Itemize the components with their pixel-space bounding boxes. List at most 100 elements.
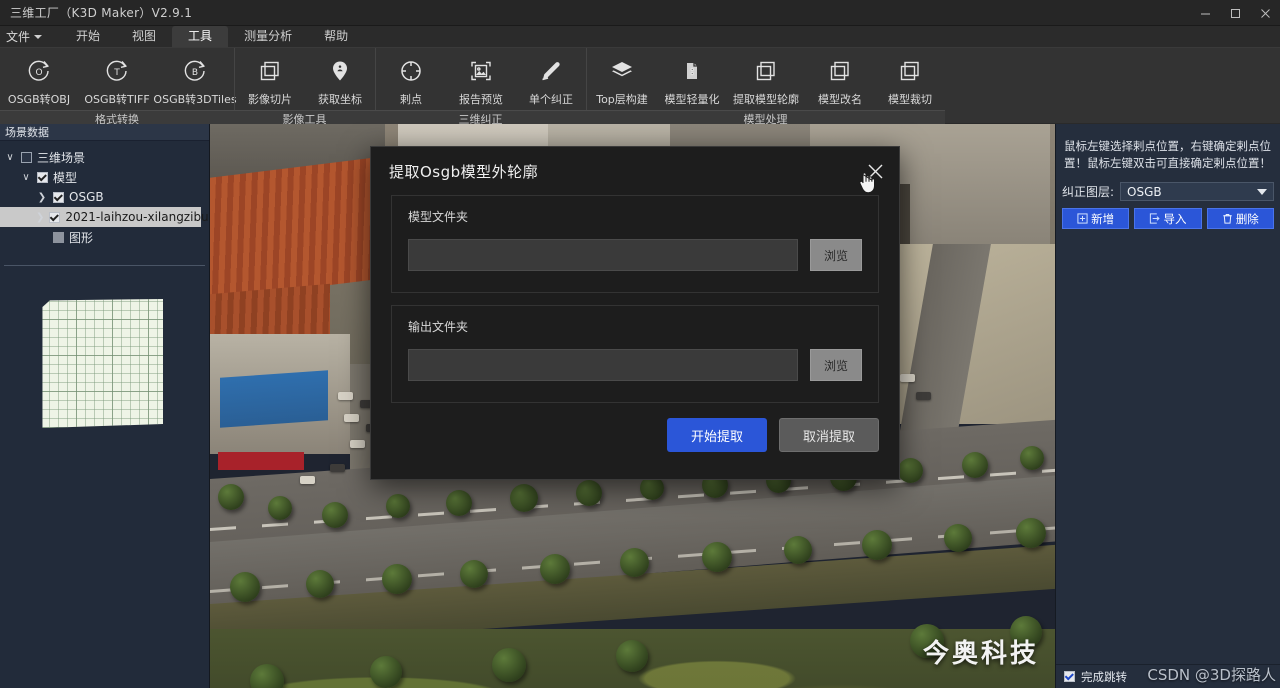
- add-button-label: 新增: [1091, 211, 1115, 226]
- ribbon-button-osgb-to-tiff[interactable]: T OSGB转TIFF: [78, 53, 156, 110]
- model-folder-group: 模型文件夹 浏览: [391, 195, 879, 293]
- ribbon-group-format-conversion: O OSGB转OBJ T OSGB转TIFF B OSGB转3DTiles 格式…: [0, 48, 237, 127]
- menu-file[interactable]: 文件: [0, 26, 50, 47]
- start-extract-button[interactable]: 开始提取: [667, 418, 767, 452]
- circle-o-refresh-icon: O: [24, 56, 54, 86]
- maximize-button[interactable]: [1220, 0, 1250, 26]
- ribbon-label: OSGB转OBJ: [7, 93, 71, 106]
- tree-item-label: 模型: [53, 170, 78, 185]
- output-folder-input[interactable]: [408, 349, 798, 381]
- image-frame-icon: [466, 56, 496, 86]
- tree-item-graphics[interactable]: 图形: [0, 227, 209, 247]
- chevron-down-icon[interactable]: ∨: [4, 152, 16, 163]
- ribbon-label: OSGB转TIFF: [84, 93, 150, 106]
- plus-box-icon: [1077, 213, 1088, 224]
- chevron-right-icon[interactable]: ❯: [36, 192, 48, 203]
- ribbon-label: 影像切片: [248, 93, 292, 106]
- correction-layer-value: OSGB: [1127, 184, 1162, 199]
- svg-text:B: B: [192, 68, 198, 78]
- scene-data-panel: 场景数据 ∨ 三维场景 ∨ 模型 ❯ OSGB ❯ 2021-laihzou-x…: [0, 124, 220, 688]
- ribbon-button-osgb-to-3dtiles[interactable]: B OSGB转3DTiles: [153, 53, 237, 110]
- tree-item-scene[interactable]: ∨ 三维场景: [0, 147, 209, 167]
- dialog-body: 模型文件夹 浏览 输出文件夹 浏览: [371, 195, 899, 405]
- ribbon-label: 报告预览: [459, 93, 503, 106]
- copy-layers-icon: [255, 56, 285, 86]
- ribbon-button-image-tiling[interactable]: 影像切片: [235, 53, 305, 110]
- finish-jump-checkbox[interactable]: [1064, 671, 1075, 682]
- tree-item-label: OSGB: [69, 190, 104, 204]
- ribbon-label: 提取模型轮廓: [733, 93, 799, 106]
- chevron-right-icon[interactable]: ❯: [36, 212, 44, 223]
- tree-item-osgb[interactable]: ❯ OSGB: [0, 187, 209, 207]
- model-folder-input[interactable]: [408, 239, 798, 271]
- correction-action-buttons: 新增 导入 删除: [1056, 201, 1280, 229]
- correction-layer-row: 纠正图层: OSGB: [1056, 180, 1280, 201]
- ribbon-button-osgb-to-obj[interactable]: O OSGB转OBJ: [0, 53, 78, 110]
- model-compress-icon: [677, 56, 707, 86]
- ribbon-button-report-preview[interactable]: 报告预览: [446, 53, 516, 110]
- overview-map[interactable]: [42, 298, 163, 428]
- ribbon-button-extract-model-outline[interactable]: 提取模型轮廓: [727, 53, 805, 110]
- chevron-down-icon: [34, 35, 43, 39]
- checkbox[interactable]: [53, 231, 64, 243]
- tab-help[interactable]: 帮助: [308, 26, 364, 47]
- scene-tree: ∨ 三维场景 ∨ 模型 ❯ OSGB ❯ 2021-laihzou-xilang…: [0, 141, 220, 247]
- title-bar: 三维工厂（K3D Maker）V2.9.1: [0, 0, 1280, 26]
- delete-button[interactable]: 删除: [1206, 208, 1274, 229]
- tab-start[interactable]: 开始: [60, 26, 116, 47]
- app-title: 三维工厂（K3D Maker）V2.9.1: [10, 6, 193, 20]
- copy-layers-icon: [751, 56, 781, 86]
- close-button[interactable]: [1250, 0, 1280, 26]
- svg-text:T: T: [113, 68, 120, 78]
- dialog-header: 提取Osgb模型外轮廓: [371, 147, 899, 195]
- chevron-down-icon[interactable]: ∨: [20, 172, 32, 183]
- checkbox[interactable]: [49, 211, 61, 223]
- dialog-footer: 开始提取 取消提取: [371, 405, 899, 479]
- minimize-button[interactable]: [1190, 0, 1220, 26]
- csdn-watermark: CSDN @3D探路人: [1147, 666, 1276, 684]
- tab-view[interactable]: 视图: [116, 26, 172, 47]
- status-bar: 完成跳转 CSDN @3D探路人: [1056, 664, 1280, 688]
- tree-item-label: 2021-laihzou-xilangzibu...: [65, 210, 221, 224]
- correction-panel: 鼠标左键选择剌点位置，右键确定剌点位置！鼠标左键双击可直接确定剌点位置！ 纠正图…: [1055, 124, 1280, 688]
- output-folder-group: 输出文件夹 浏览: [391, 305, 879, 403]
- import-button[interactable]: 导入: [1134, 208, 1202, 229]
- menu-file-label: 文件: [6, 29, 31, 44]
- checkbox[interactable]: [53, 191, 64, 203]
- ribbon-button-single-correction[interactable]: 单个纠正: [516, 53, 586, 110]
- add-button[interactable]: 新增: [1062, 208, 1130, 229]
- copy-layers-icon: [825, 56, 855, 86]
- import-button-label: 导入: [1163, 211, 1187, 226]
- ribbon-label: Top层构建: [596, 93, 648, 106]
- ribbon-label: 模型改名: [818, 93, 862, 106]
- tree-item-model[interactable]: ∨ 模型: [0, 167, 209, 187]
- ribbon-button-model-clip[interactable]: 模型裁切: [875, 53, 945, 110]
- ribbon-label: 模型轻量化: [664, 93, 720, 106]
- model-folder-browse-button[interactable]: 浏览: [810, 239, 862, 271]
- checkbox[interactable]: [21, 151, 32, 163]
- correction-layer-label: 纠正图层:: [1062, 185, 1115, 199]
- mouse-cursor: [858, 172, 876, 194]
- ribbon-toolbar: O OSGB转OBJ T OSGB转TIFF B OSGB转3DTiles 格式…: [0, 48, 1280, 127]
- ribbon-label: 单个纠正: [529, 93, 573, 106]
- ribbon-group-3d-correction: 剌点 报告预览 单个纠正 三维纠正: [375, 48, 586, 127]
- model-folder-label: 模型文件夹: [408, 210, 469, 224]
- trash-icon: [1222, 213, 1233, 224]
- ribbon-button-pick-point[interactable]: 剌点: [376, 53, 446, 110]
- ribbon-button-model-rename[interactable]: 模型改名: [805, 53, 875, 110]
- cancel-extract-button[interactable]: 取消提取: [779, 418, 879, 452]
- checkbox[interactable]: [37, 171, 48, 183]
- pencil-icon: [536, 56, 566, 86]
- tree-item-dataset[interactable]: ❯ 2021-laihzou-xilangzibu...: [0, 207, 220, 227]
- ribbon-button-top-layer-build[interactable]: Top层构建: [587, 53, 657, 110]
- ribbon-button-model-lightweight[interactable]: 模型轻量化: [657, 53, 727, 110]
- correction-layer-select[interactable]: OSGB: [1120, 182, 1274, 201]
- ribbon-button-get-coordinates[interactable]: 获取坐标: [305, 53, 375, 110]
- extract-outline-dialog: 提取Osgb模型外轮廓 模型文件夹 浏览 输出文件夹 浏览 开始提取 取消提取: [370, 146, 900, 480]
- target-crosshair-icon: [396, 56, 426, 86]
- chevron-down-icon: [1257, 188, 1267, 195]
- ribbon-label: 剌点: [400, 93, 422, 106]
- output-folder-browse-button[interactable]: 浏览: [810, 349, 862, 381]
- tab-measure-analysis[interactable]: 测量分析: [228, 26, 308, 47]
- tab-tools[interactable]: 工具: [172, 26, 229, 47]
